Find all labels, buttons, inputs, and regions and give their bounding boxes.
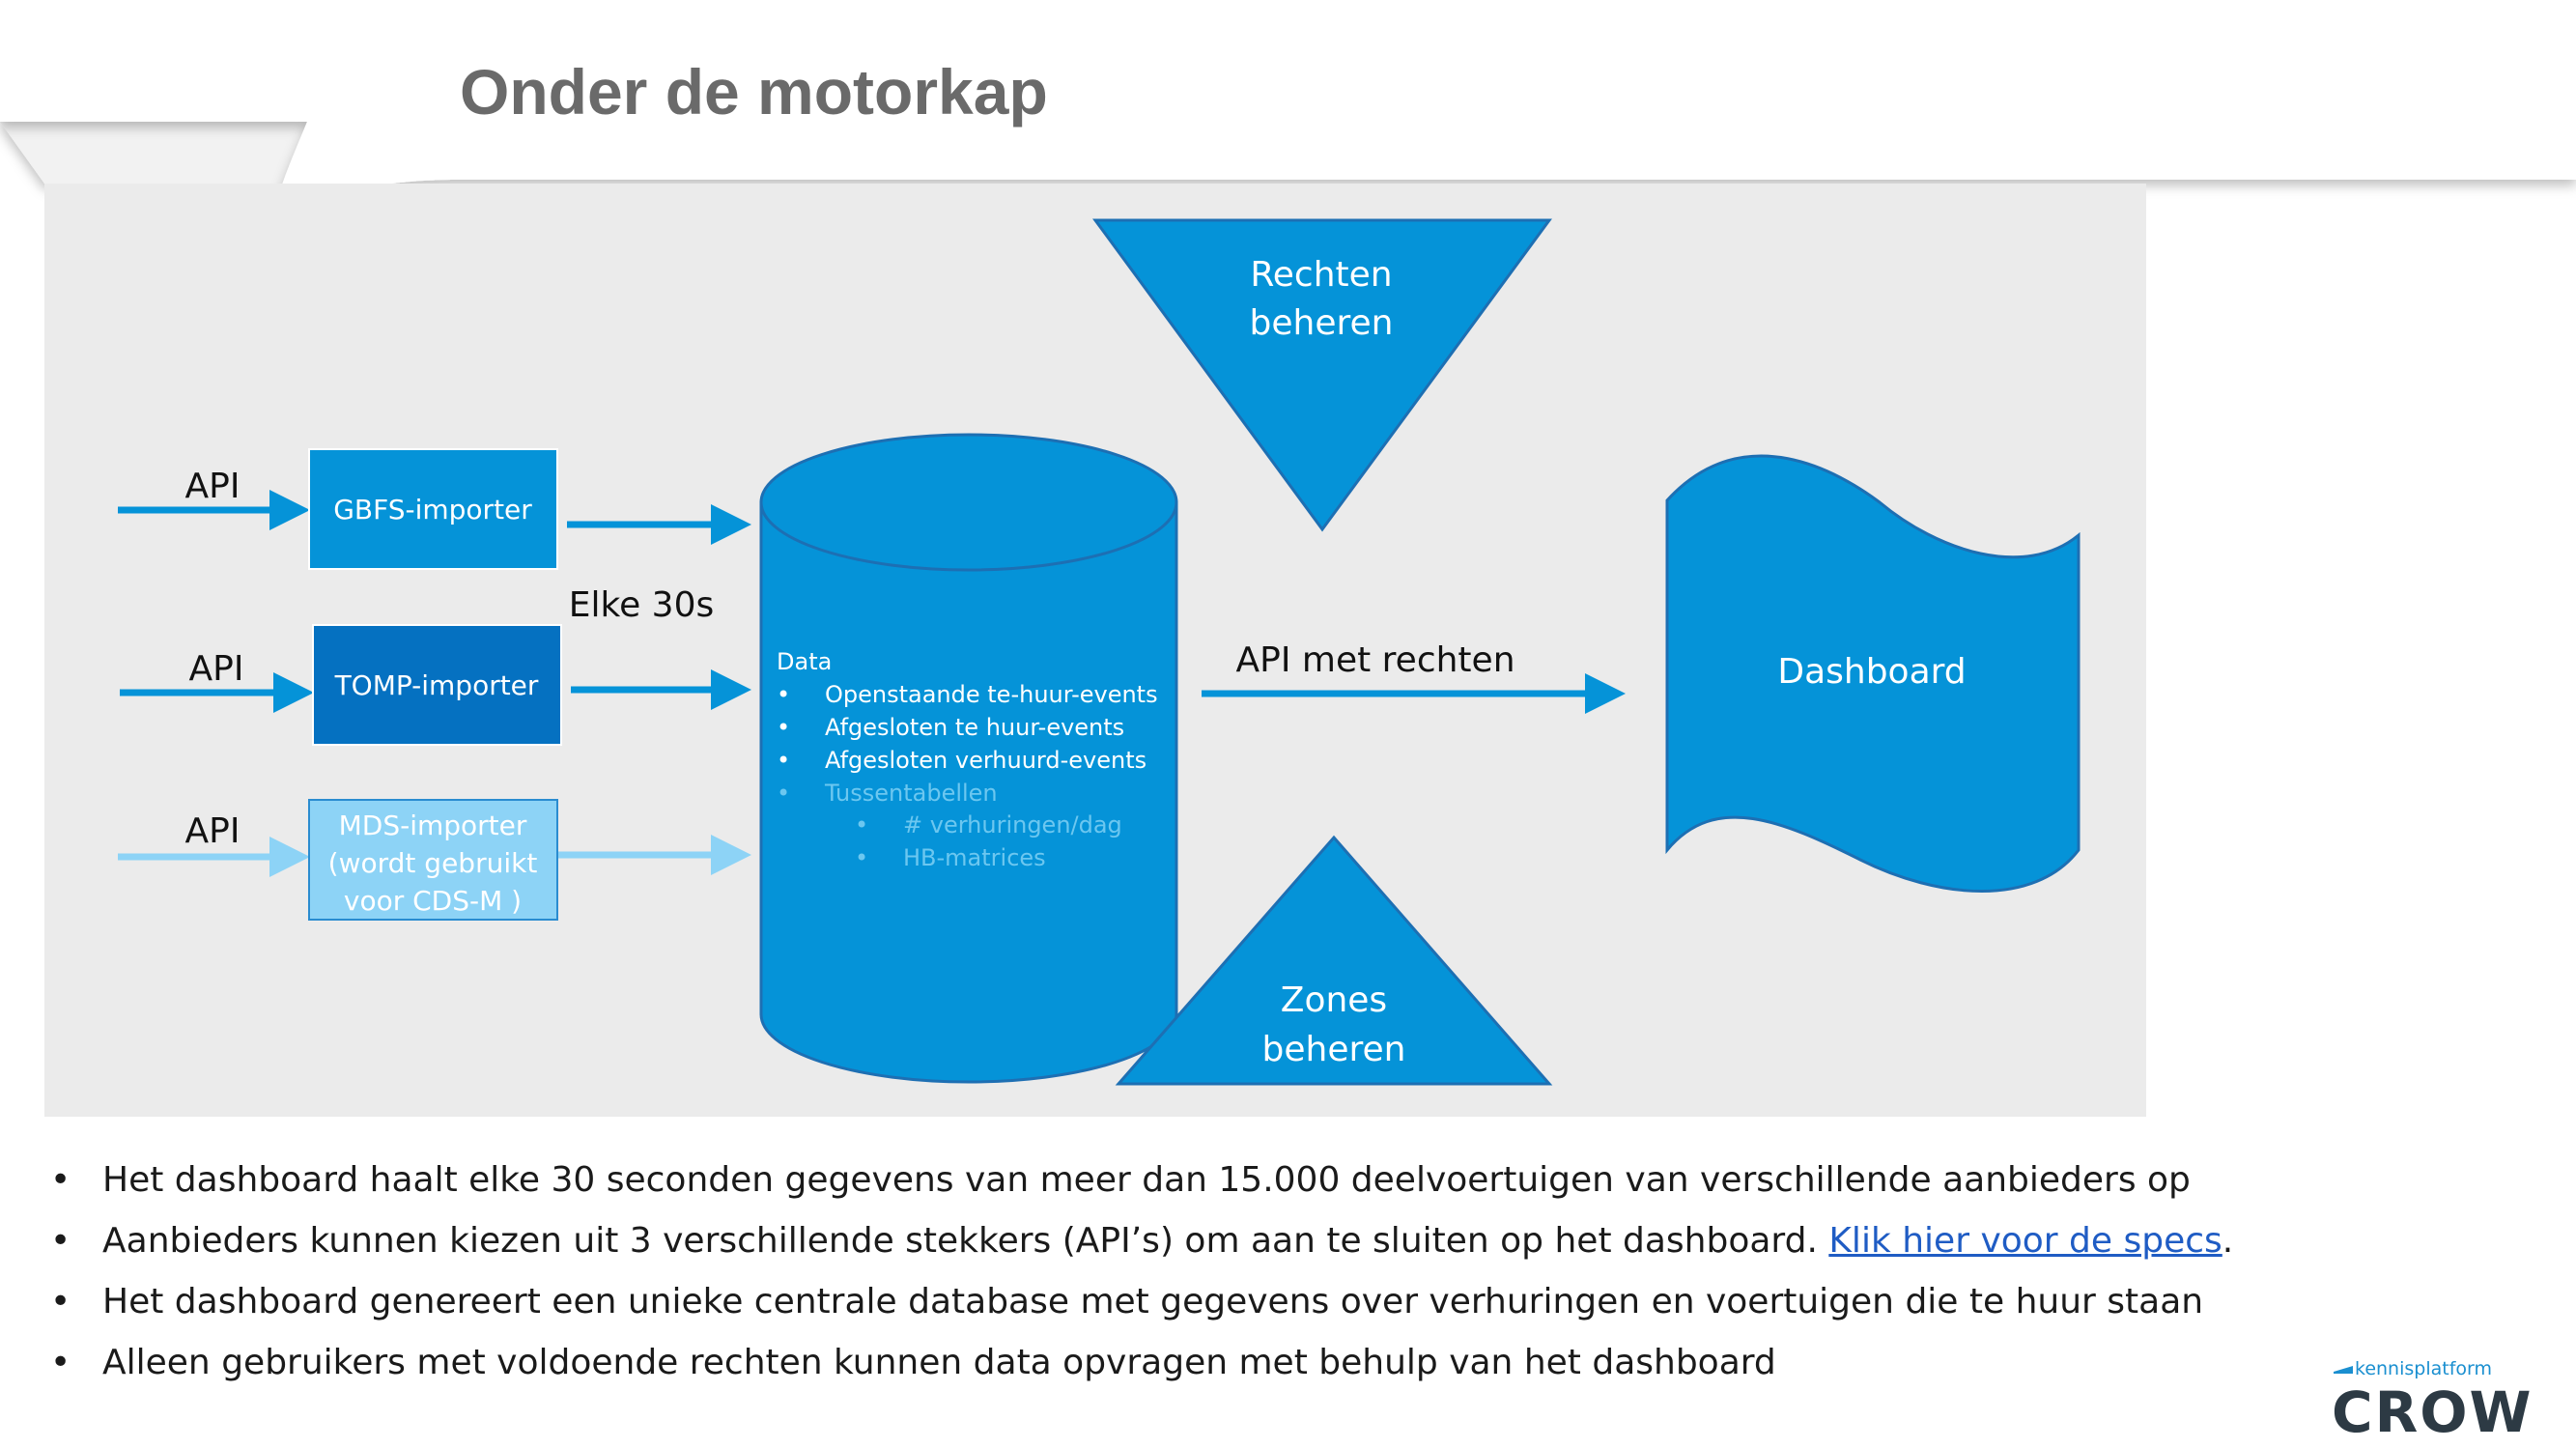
interval-label: Elke 30s: [569, 585, 714, 625]
database-sub-bullet: •: [855, 844, 868, 871]
database-item: Openstaande te-huur-events: [825, 681, 1158, 708]
bullet-list: • Het dashboard haalt elke 30 seconden g…: [46, 1150, 2233, 1393]
bullet-item: • Het dashboard genereert een unieke cen…: [50, 1282, 2204, 1321]
bullet-item: • Aanbieders kunnen kiezen uit 3 verschi…: [50, 1221, 2234, 1261]
specs-link[interactable]: Klik hier voor de specs: [1828, 1221, 2222, 1261]
logo-large-text: CROW: [2332, 1379, 2534, 1437]
database-item: Afgesloten verhuurd-events: [825, 747, 1146, 774]
bullet-item: • Het dashboard haalt elke 30 seconden g…: [50, 1160, 2191, 1200]
mds-importer-label: (wordt gebruikt: [328, 847, 538, 879]
database-item-bullet: •: [777, 780, 790, 807]
database-heading: Data: [777, 648, 832, 675]
rights-label: Rechten: [1250, 255, 1392, 295]
api-label: API: [189, 649, 244, 689]
architecture-diagram: API API API GBFS-importer TOMP-importer …: [44, 184, 2146, 1117]
bullet-text: Het dashboard genereert een unieke centr…: [102, 1282, 2204, 1321]
database-item-bullet: •: [777, 747, 790, 774]
logo-small-text: kennisplatform: [2355, 1358, 2492, 1379]
api-rights-label: API met rechten: [1235, 640, 1514, 680]
bullet-text: Aanbieders kunnen kiezen uit 3 verschill…: [102, 1221, 1829, 1261]
bullet-suffix: .: [2222, 1221, 2234, 1261]
gbfs-importer-label: GBFS-importer: [333, 494, 532, 526]
database-muted-item: Tussentabellen: [824, 780, 998, 807]
zones-label: beheren: [1262, 1030, 1406, 1069]
zones-label: Zones: [1281, 980, 1387, 1020]
dashboard-label: Dashboard: [1777, 652, 1966, 692]
bullet-text: Het dashboard haalt elke 30 seconden geg…: [102, 1160, 2191, 1200]
api-label: API: [185, 811, 241, 851]
bullet-text: Alleen gebruikers met voldoende rechten …: [102, 1343, 1776, 1382]
database-sub-item: # verhuringen/dag: [903, 811, 1122, 838]
crow-logo: kennisplatform CROW: [2332, 1358, 2534, 1437]
slide-title: Onder de motorkap: [460, 56, 1048, 128]
database-sub-item: HB-matrices: [903, 844, 1046, 871]
database-item: Afgesloten te huur-events: [825, 714, 1124, 741]
rights-label: beheren: [1250, 303, 1394, 343]
database-item-bullet: •: [777, 714, 790, 741]
bullet-item: • Alleen gebruikers met voldoende rechte…: [50, 1343, 1776, 1382]
mds-importer-label: MDS-importer: [339, 810, 527, 841]
database-sub-bullet: •: [855, 811, 868, 838]
mds-importer-label: voor CDS-M ): [344, 885, 522, 917]
tomp-importer-label: TOMP-importer: [334, 669, 539, 701]
api-label: API: [185, 467, 241, 506]
database-item-bullet: •: [777, 681, 790, 708]
